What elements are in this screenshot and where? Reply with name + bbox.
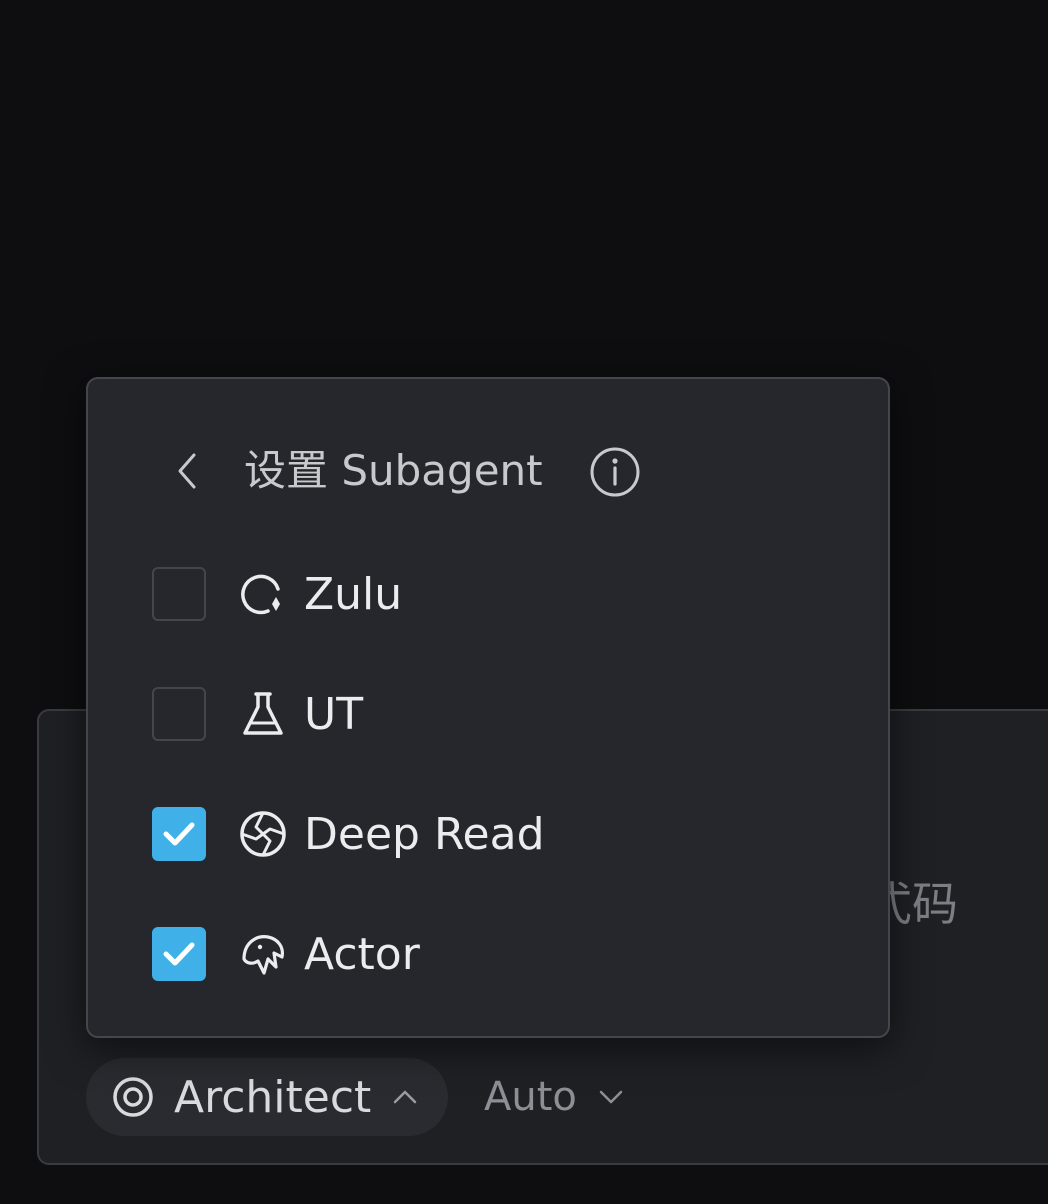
option-label: UT xyxy=(304,688,364,740)
subagent-option-actor[interactable]: Actor xyxy=(152,924,832,984)
chevron-down-icon xyxy=(597,1083,625,1111)
popup-title: 设置 Subagent xyxy=(244,446,543,495)
checkmark-icon xyxy=(163,942,195,966)
subagent-settings-popup: 设置 Subagent Zulu UT Deep Read Actor xyxy=(86,377,890,1038)
app-stage: 弌码 Architect Auto 设置 Subagent Zulu UT De… xyxy=(0,0,1048,1204)
checkmark-icon xyxy=(163,822,195,846)
checkbox-unchecked[interactable] xyxy=(152,567,206,621)
mode-selector-button[interactable]: Auto xyxy=(484,1068,625,1126)
bird-icon xyxy=(238,929,288,979)
zulu-swirl-icon xyxy=(238,569,288,619)
option-label: Zulu xyxy=(304,568,403,620)
popup-header: 设置 Subagent xyxy=(88,379,888,559)
aperture-icon xyxy=(238,809,288,859)
mode-selector-label: Auto xyxy=(484,1074,577,1120)
back-button[interactable] xyxy=(160,445,216,501)
subagent-option-zulu[interactable]: Zulu xyxy=(152,564,832,624)
checkbox-checked[interactable] xyxy=(152,807,206,861)
option-label: Actor xyxy=(304,928,420,980)
info-icon[interactable] xyxy=(588,445,642,499)
checkbox-unchecked[interactable] xyxy=(152,687,206,741)
chevron-left-icon xyxy=(172,451,204,495)
target-icon xyxy=(110,1074,156,1120)
chevron-up-icon xyxy=(391,1083,419,1111)
checkbox-checked[interactable] xyxy=(152,927,206,981)
agent-selector-button[interactable]: Architect xyxy=(86,1058,448,1136)
subagent-option-deep-read[interactable]: Deep Read xyxy=(152,804,832,864)
agent-selector-label: Architect xyxy=(174,1071,372,1123)
subagent-option-ut[interactable]: UT xyxy=(152,684,832,744)
flask-icon xyxy=(238,689,288,739)
option-label: Deep Read xyxy=(304,808,545,860)
